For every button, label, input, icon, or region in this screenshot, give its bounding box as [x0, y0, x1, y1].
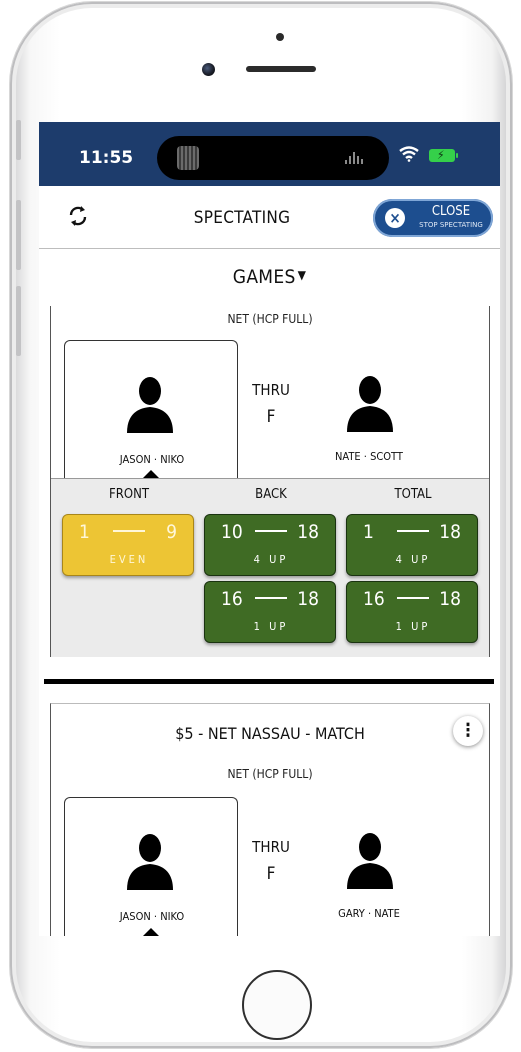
caret-down-icon: ▼: [297, 268, 307, 282]
back-press-tile[interactable]: 16 18 1 UP: [204, 581, 336, 643]
home-button[interactable]: [242, 970, 312, 1040]
wifi-icon: [399, 146, 419, 162]
volume-down-button: [16, 286, 21, 356]
front-camera: [202, 63, 215, 76]
handicap-label: NET (HCP FULL): [227, 312, 313, 326]
tile-end-hole: 18: [439, 521, 461, 543]
tile-end-hole: 9: [166, 521, 177, 543]
more-vertical-icon[interactable]: ⋮: [453, 716, 483, 746]
tile-dash: [255, 597, 287, 599]
tile-start-hole: 1: [79, 521, 90, 543]
tile-dash: [397, 530, 429, 532]
tile-end-hole: 18: [297, 588, 319, 610]
tile-start-hole: 1: [363, 521, 374, 543]
mute-switch: [16, 120, 21, 160]
selected-pointer: [143, 928, 159, 936]
tile-start-hole: 16: [221, 588, 243, 610]
screen: 11:55 ⚡ SPECTATING × CLOSE STOP SPECTATI…: [39, 122, 500, 936]
tile-status: 1 UP: [253, 620, 289, 633]
thru-label: THRU: [252, 381, 290, 399]
games-dropdown-label: GAMES: [232, 266, 296, 288]
selected-pointer: [143, 470, 159, 478]
game-card: $5 - NET NASSAU - MATCH ⋮ NET (HCP FULL)…: [50, 703, 490, 936]
column-header-total: TOTAL: [394, 487, 432, 502]
tile-end-hole: 18: [297, 521, 319, 543]
game-card: NET (HCP FULL) JASON · NIKO THRU F NATE …: [50, 306, 490, 657]
tile-dash: [397, 597, 429, 599]
person-icon: [127, 377, 173, 433]
opponent-team-name: NATE · SCOTT: [335, 450, 403, 463]
team-name: JASON · NIKO: [119, 453, 185, 466]
team-name: JASON · NIKO: [119, 910, 185, 923]
section-divider: [44, 679, 494, 684]
total-tile[interactable]: 1 18 4 UP: [346, 514, 478, 576]
column-header-front: FRONT: [109, 487, 149, 502]
total-press-tile[interactable]: 16 18 1 UP: [346, 581, 478, 643]
close-button-sublabel: STOP SPECTATING: [419, 221, 483, 229]
person-icon: [127, 834, 173, 890]
games-dropdown[interactable]: GAMES ▼: [39, 266, 500, 288]
front-nine-tile[interactable]: 1 9 EVEN: [62, 514, 194, 576]
back-nine-tile[interactable]: 10 18 4 UP: [204, 514, 336, 576]
thru-value: F: [266, 864, 276, 884]
dynamic-island: [157, 136, 389, 180]
tile-start-hole: 10: [221, 521, 243, 543]
team-box-selected[interactable]: JASON · NIKO: [64, 797, 238, 936]
handicap-label: NET (HCP FULL): [227, 767, 313, 781]
person-icon: [347, 376, 393, 432]
tile-dash: [255, 530, 287, 532]
thru-label: THRU: [252, 838, 290, 856]
close-button-label: CLOSE: [431, 204, 471, 219]
audio-bars-icon: [345, 152, 363, 164]
tile-status: 1 UP: [395, 620, 431, 633]
now-playing-thumbnail: [177, 146, 199, 170]
thru-value: F: [266, 407, 276, 427]
status-time: 11:55: [79, 148, 134, 168]
earpiece: [246, 66, 316, 72]
charging-bolt-icon: ⚡: [437, 148, 445, 162]
column-header-back: BACK: [255, 487, 287, 502]
tile-status: 4 UP: [395, 553, 431, 566]
match-results-panel: FRONT BACK TOTAL 1 9 EVEN 10 18 4 UP 16 …: [51, 478, 489, 657]
opponent-team-name: GARY · NATE: [338, 907, 400, 920]
status-bar: 11:55 ⚡: [39, 122, 500, 186]
volume-up-button: [16, 200, 21, 270]
app-header: SPECTATING × CLOSE STOP SPECTATING: [39, 186, 500, 249]
proximity-sensor: [276, 33, 284, 41]
tile-status: 4 UP: [253, 553, 289, 566]
tile-end-hole: 18: [439, 588, 461, 610]
tile-start-hole: 16: [363, 588, 385, 610]
stop-spectating-button[interactable]: × CLOSE STOP SPECTATING: [373, 199, 493, 237]
person-icon: [347, 833, 393, 889]
tile-dash: [113, 530, 145, 532]
game-title: $5 - NET NASSAU - MATCH: [175, 724, 365, 743]
team-box-selected[interactable]: JASON · NIKO: [64, 340, 238, 480]
tile-status: EVEN: [109, 553, 149, 566]
close-icon: ×: [385, 208, 405, 228]
battery-icon: ⚡: [429, 148, 458, 162]
